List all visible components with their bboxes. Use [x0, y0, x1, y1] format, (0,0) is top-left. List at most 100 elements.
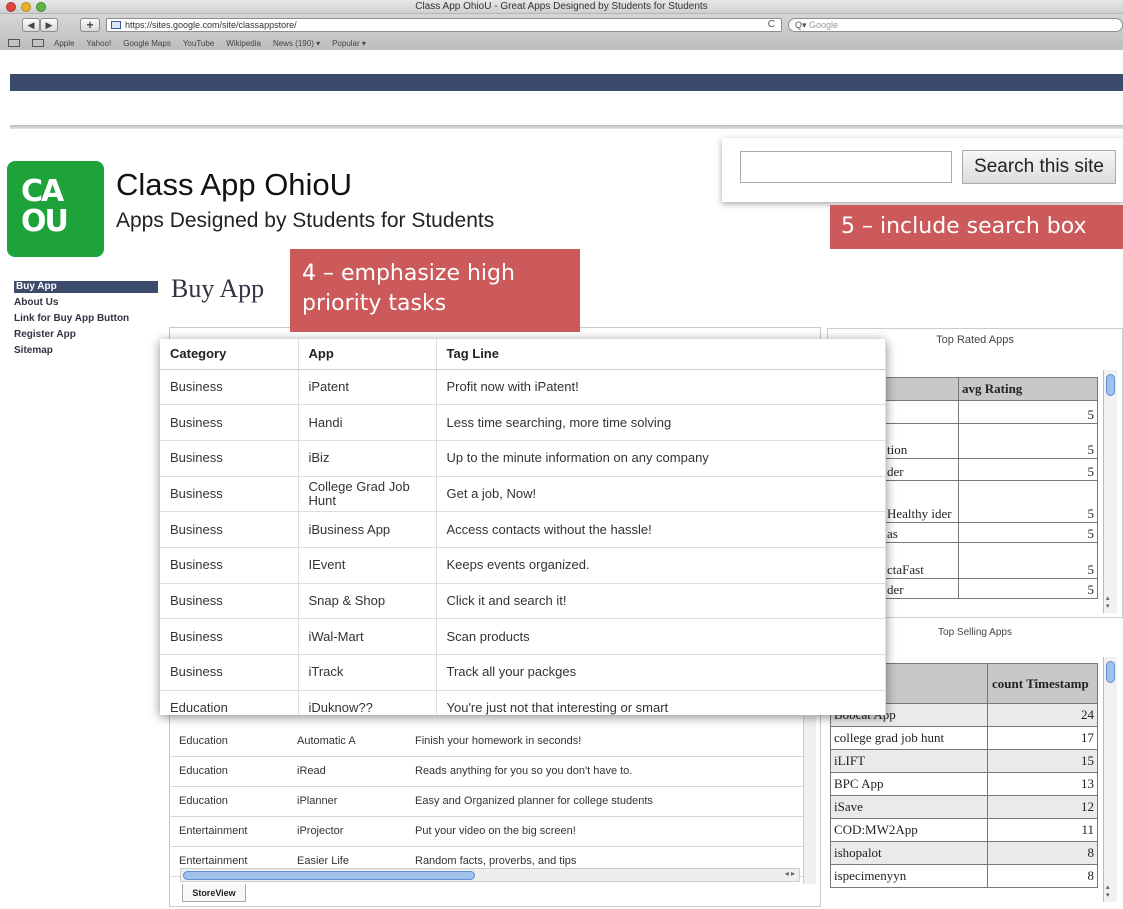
cell-tag-line: Access contacts without the hassle! — [436, 511, 886, 548]
site-search-input[interactable] — [740, 151, 952, 183]
bookmark-wikipedia[interactable]: Wikipedia — [226, 39, 261, 48]
bookmark-google-maps[interactable]: Google Maps — [123, 39, 171, 48]
table-row[interactable]: college grad job hunt 17 — [830, 726, 1098, 750]
table-row[interactable]: Education Automatic A Finish your homework… — [171, 726, 803, 757]
search-icon: Q▾ — [795, 20, 807, 30]
table-row[interactable]: Education iPlanner Easy and Organized plan… — [171, 786, 803, 817]
address-text: https://sites.google.com/site/classappst… — [125, 20, 297, 30]
cell-category: Education — [171, 786, 289, 817]
cell-count: 13 — [987, 772, 1098, 796]
table-row[interactable]: BPC App 13 — [830, 772, 1098, 796]
reading-list-icon[interactable] — [8, 39, 20, 47]
table-row[interactable]: iLIFT 15 — [830, 749, 1098, 773]
cell-app: Automatic A — [289, 726, 407, 757]
table-row[interactable]: Business Snap & Shop Click it and search i… — [160, 583, 886, 620]
cell-avg-rating: 5 — [958, 522, 1098, 543]
cell-category: Business — [160, 440, 299, 477]
sidebar-item-register-app[interactable]: Register App — [14, 329, 158, 341]
cell-tag-line: Put your video on the big screen! — [407, 816, 803, 847]
header-divider — [10, 125, 1123, 129]
top-selling-scrollbar[interactable]: ▴ ▾ — [1103, 657, 1117, 902]
bookmark-apple[interactable]: Apple — [54, 39, 74, 48]
cell-app-name: iLIFT — [830, 749, 988, 773]
top-sites-icon[interactable] — [32, 39, 44, 47]
cell-avg-rating: 5 — [958, 458, 1098, 481]
cell-avg-rating: 5 — [958, 480, 1098, 523]
annotation-callout-5: 5 – include search box — [830, 205, 1123, 249]
hscroll-thumb[interactable] — [183, 871, 475, 880]
cell-count: 17 — [987, 726, 1098, 750]
site-logo[interactable]: CA OU — [7, 161, 104, 257]
col-header-app[interactable]: App — [298, 339, 437, 370]
browser-search-input[interactable]: Q▾ Google — [788, 18, 1123, 32]
sidebar-item-about-us[interactable]: About Us — [14, 297, 158, 309]
bookmark-popular[interactable]: Popular ▾ — [332, 39, 366, 48]
cell-category: Education — [171, 756, 289, 787]
cell-tag-line: Less time searching, more time solving — [436, 404, 886, 441]
forward-button[interactable]: ▶ — [40, 18, 58, 32]
back-button[interactable]: ◀ — [22, 18, 40, 32]
bookmark-news[interactable]: News (190) ▾ — [273, 39, 320, 48]
bookmark-yahoo[interactable]: Yahoo! — [86, 39, 111, 48]
col-header-category[interactable]: Category — [160, 339, 299, 370]
page-title: Buy App — [171, 274, 265, 303]
site-subtitle: Apps Designed by Students for Students — [116, 209, 495, 232]
cell-category: Business — [160, 618, 299, 655]
store-table-hscrollbar[interactable]: ◂ ▸ — [180, 868, 800, 882]
scroll-thumb[interactable] — [1106, 374, 1115, 396]
table-row[interactable]: Business iBiz Up to the minute information… — [160, 440, 886, 477]
table-row[interactable]: ishopalot 8 — [830, 841, 1098, 865]
cell-tag-line: Reads anything for you so you don't have… — [407, 756, 803, 787]
cell-app: iRead — [289, 756, 407, 787]
table-row[interactable]: Business IEvent Keeps events organized. — [160, 547, 886, 584]
cell-count: 15 — [987, 749, 1098, 773]
top-rated-scrollbar[interactable]: ▴ ▾ — [1103, 370, 1117, 613]
cell-tag-line: Easy and Organized planner for college s… — [407, 786, 803, 817]
table-row[interactable]: iSave 12 — [830, 795, 1098, 819]
bookmark-youtube[interactable]: YouTube — [183, 39, 214, 48]
scroll-arrows-icon[interactable]: ▴ ▾ — [1106, 884, 1110, 900]
table-row[interactable]: Business College Grad Job Hunt Get a job, … — [160, 476, 886, 513]
table-row[interactable]: Education iDuknow?? You're just not that i… — [160, 690, 886, 715]
cell-app-name: ishopalot — [830, 841, 988, 865]
table-row[interactable]: Business iBusiness App Access contacts wit… — [160, 511, 886, 548]
table-row[interactable]: Entertainment iProjector Put your video on… — [171, 816, 803, 847]
add-bookmark-button[interactable]: + — [80, 18, 100, 32]
cell-count: 12 — [987, 795, 1098, 819]
scroll-thumb[interactable] — [1106, 661, 1115, 683]
cell-category: Business — [160, 511, 299, 548]
sidebar-item-link-for-buy-app-button[interactable]: Link for Buy App Button — [14, 313, 158, 325]
top-rated-col-rating: avg Rating — [958, 377, 1098, 401]
table-row[interactable]: Business Handi Less time searching, more t… — [160, 404, 886, 441]
sidebar-item-buy-app[interactable]: Buy App — [14, 281, 158, 293]
logo-text: CA OU — [21, 174, 69, 239]
sidebar-nav: Buy App About Us Link for Buy App Button… — [14, 281, 158, 361]
cell-tag-line: Up to the minute information on any comp… — [436, 440, 886, 477]
window-titlebar: Class App OhioU - Great Apps Designed by… — [0, 0, 1123, 14]
cell-category: Business — [160, 369, 299, 406]
table-row[interactable]: Business iTrack Track all your packges — [160, 654, 886, 691]
site-title[interactable]: Class App OhioU — [116, 167, 352, 203]
cell-app: iBusiness App — [298, 511, 437, 548]
cell-tag-line: Click it and search it! — [436, 583, 886, 620]
col-header-tag-line[interactable]: Tag Line — [436, 339, 886, 370]
table-row[interactable]: Business iWal-Mart Scan products — [160, 618, 886, 655]
table-row[interactable]: Education iRead Reads anything for you so … — [171, 756, 803, 787]
search-site-button[interactable]: Search this site — [962, 150, 1116, 184]
reload-icon[interactable]: C — [768, 19, 775, 31]
table-row[interactable]: Business iPatent Profit now with iPatent! — [160, 369, 886, 406]
tab-storeview[interactable]: StoreView — [182, 884, 246, 902]
address-bar[interactable]: https://sites.google.com/site/classappst… — [106, 18, 782, 32]
cell-avg-rating: 5 — [958, 423, 1098, 459]
site-favicon-icon — [111, 21, 121, 29]
hscroll-arrows-icon[interactable]: ◂ ▸ — [785, 869, 795, 878]
store-table: Education Automatic A Finish your homework… — [171, 726, 803, 877]
cell-tag-line: Get a job, Now! — [436, 476, 886, 513]
table-row[interactable]: ispecimenyyn 8 — [830, 864, 1098, 888]
store-table-scrollbar[interactable] — [803, 716, 816, 884]
cell-tag-line: Scan products — [436, 618, 886, 655]
sidebar-item-sitemap[interactable]: Sitemap — [14, 345, 158, 357]
bookmarks-bar: Apple Yahoo! Google Maps YouTube Wikiped… — [0, 36, 1123, 50]
scroll-arrows-icon[interactable]: ▴ ▾ — [1106, 595, 1110, 611]
table-row[interactable]: COD:MW2App 11 — [830, 818, 1098, 842]
